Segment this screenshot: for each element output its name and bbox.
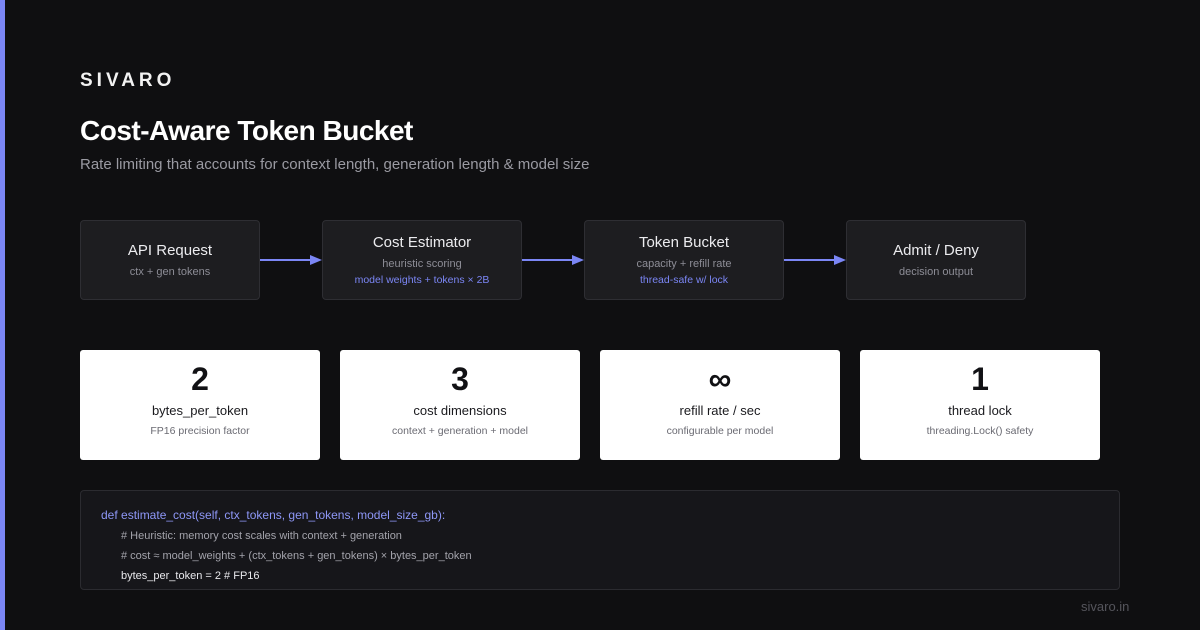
stat-description: FP16 precision factor (150, 425, 250, 437)
code-statement: bytes_per_token = 2 # FP16 (121, 570, 260, 582)
flow-node-detail: thread-safe w/ lock (639, 274, 729, 286)
flow-node-cost-estimator: Cost Estimator heuristic scoring model w… (322, 220, 522, 300)
flow-node-title: API Request (127, 242, 213, 259)
page-subtitle: Rate limiting that accounts for context … (80, 156, 590, 173)
stat-label: refill rate / sec (679, 403, 761, 418)
stat-value: 3 (451, 361, 469, 397)
stat-value: 1 (971, 361, 989, 397)
stat-card-thread-lock: 1 thread lock threading.Lock() safety (860, 350, 1100, 460)
flow-node-title: Cost Estimator (372, 234, 472, 251)
stat-card-bytes-per-token: 2 bytes_per_token FP16 precision factor (80, 350, 320, 460)
code-snippet: def estimate_cost(self, ctx_tokens, gen_… (80, 490, 1120, 590)
flow-node-detail: model weights + tokens × 2B (354, 274, 490, 286)
code-comment: # Heuristic: memory cost scales with con… (121, 530, 402, 542)
flow-node-subtitle: capacity + refill rate (636, 258, 732, 270)
stat-description: threading.Lock() safety (926, 425, 1034, 437)
flow-node-subtitle: ctx + gen tokens (129, 266, 211, 278)
flow-node-title: Token Bucket (638, 234, 730, 251)
stat-value: 2 (191, 361, 209, 397)
flow-node-title: Admit / Deny (893, 242, 979, 259)
flow-arrow-icon (260, 255, 322, 265)
code-comment: # cost ≈ model_weights + (ctx_tokens + g… (121, 550, 472, 562)
flow-node-token-bucket: Token Bucket capacity + refill rate thre… (584, 220, 784, 300)
stat-card-cost-dimensions: 3 cost dimensions context + generation +… (340, 350, 580, 460)
flow-arrow-icon (784, 255, 846, 265)
flow-node-subtitle: heuristic scoring (382, 258, 462, 270)
flow-node-subtitle: decision output (899, 266, 973, 278)
brand-logo: SIVARO (80, 70, 176, 91)
stat-label: bytes_per_token (151, 403, 249, 418)
stat-label: thread lock (948, 403, 1012, 418)
stat-description: configurable per model (666, 425, 774, 437)
stat-card-refill-rate: ∞ refill rate / sec configurable per mod… (600, 350, 840, 460)
stat-value: ∞ (708, 361, 732, 397)
page-title: Cost-Aware Token Bucket (80, 115, 413, 146)
code-function-signature: def estimate_cost(self, ctx_tokens, gen_… (101, 508, 446, 522)
footer-url: sivaro.in (1081, 599, 1130, 614)
left-accent-bar (0, 0, 5, 630)
stat-label: cost dimensions (413, 403, 507, 418)
flow-node-admit-deny: Admit / Deny decision output (846, 220, 1026, 300)
flow-node-api-request: API Request ctx + gen tokens (80, 220, 260, 300)
flow-arrow-icon (522, 255, 584, 265)
stat-description: context + generation + model (391, 425, 528, 437)
